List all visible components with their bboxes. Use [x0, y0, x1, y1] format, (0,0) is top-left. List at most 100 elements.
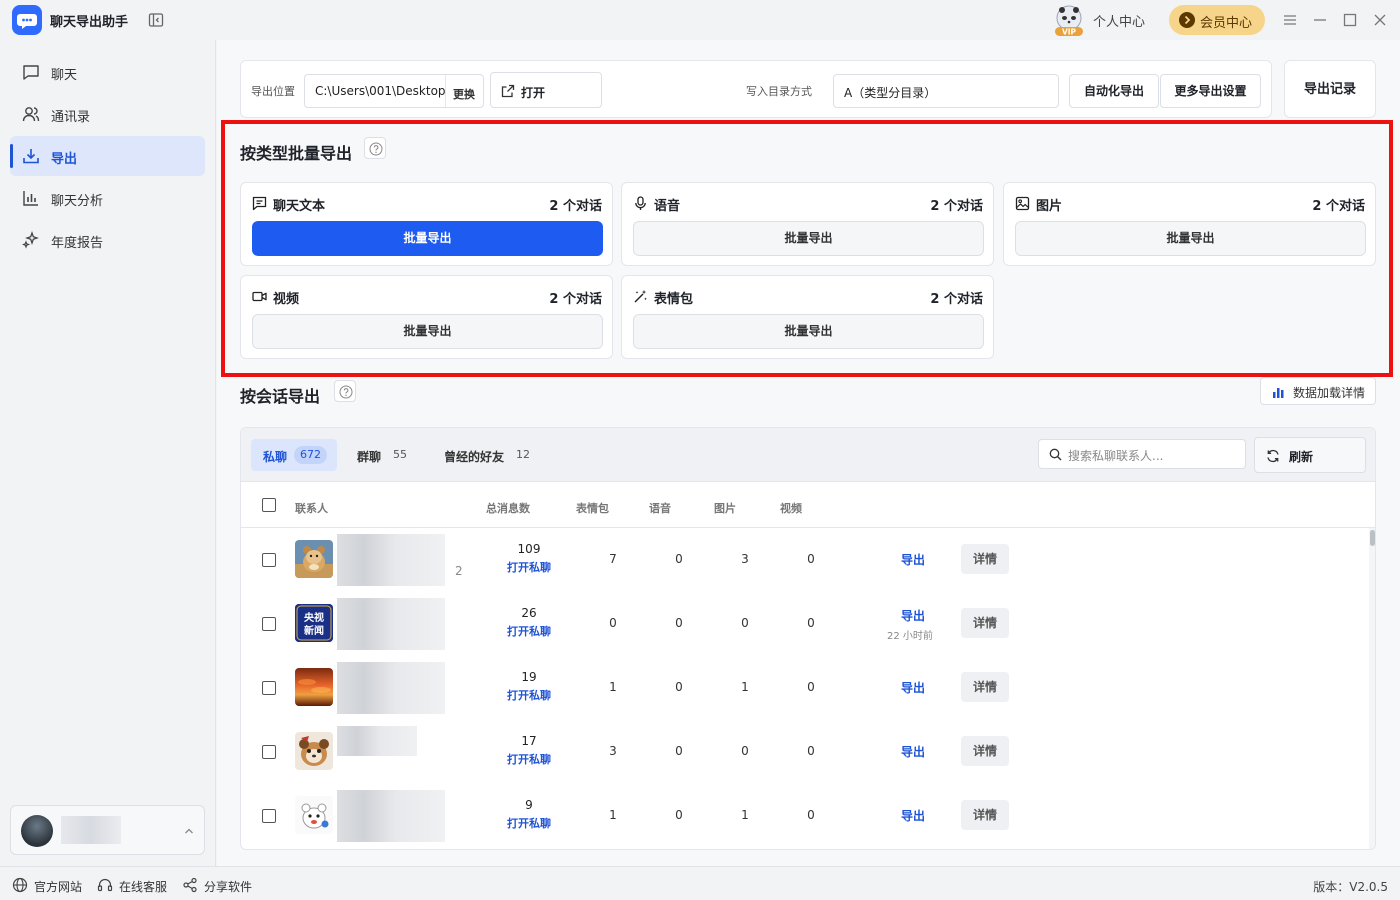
- online-support-link[interactable]: 在线客服: [97, 877, 171, 894]
- conversation-tabs: 私聊 672 群聊 55 曾经的好友 12 搜索私聊联系人... 刷新: [241, 428, 1375, 482]
- scrollbar-thumb[interactable]: [1370, 530, 1375, 546]
- sticker-count: 1: [609, 680, 617, 694]
- open-chat-link[interactable]: 打开私聊: [489, 623, 569, 639]
- export-link[interactable]: 导出: [901, 743, 925, 760]
- member-center-button[interactable]: 会员中心: [1169, 5, 1265, 35]
- table-row[interactable]: 9 打开私聊 1 0 1 0 导出 详情: [241, 784, 1369, 848]
- open-folder-button[interactable]: 打开: [490, 72, 602, 108]
- minimize-icon[interactable]: [1312, 12, 1328, 28]
- voice-count: 0: [675, 808, 683, 822]
- detail-button[interactable]: 详情: [961, 544, 1009, 574]
- official-website-link[interactable]: 官方网站: [12, 877, 86, 894]
- collapse-sidebar-icon[interactable]: [148, 12, 164, 28]
- table-scrollbar[interactable]: [1369, 528, 1375, 849]
- sidebar-item-label: 通讯录: [51, 110, 91, 125]
- main-content: 导出位置 C:\Users\001\Desktop 更换 打开 写入目录方式 A…: [217, 40, 1400, 866]
- detail-button[interactable]: 详情: [961, 672, 1009, 702]
- select-all-checkbox[interactable]: [262, 498, 276, 512]
- sidebar-item-label: 聊天分析: [51, 194, 104, 209]
- refresh-label: 刷新: [1289, 450, 1314, 464]
- detail-button[interactable]: 详情: [961, 736, 1009, 766]
- detail-button[interactable]: 详情: [961, 608, 1009, 638]
- detail-button[interactable]: 详情: [961, 800, 1009, 830]
- row-checkbox[interactable]: [262, 617, 276, 631]
- image-count: 1: [741, 808, 749, 822]
- help-icon[interactable]: [334, 380, 356, 402]
- table-row[interactable]: 19 打开私聊 1 0 1 0 导出 详情: [241, 656, 1369, 720]
- export-path-field[interactable]: C:\Users\001\Desktop 更换: [304, 74, 484, 108]
- row-checkbox[interactable]: [262, 745, 276, 759]
- open-chat-link[interactable]: 打开私聊: [489, 815, 569, 831]
- app-title: 聊天导出助手: [50, 15, 129, 30]
- export-link[interactable]: 导出: [901, 679, 925, 696]
- sidebar-item-label: 年度报告: [51, 236, 104, 251]
- tab-group-chat[interactable]: 群聊 55: [345, 439, 417, 471]
- contact-search-input[interactable]: 搜索私聊联系人...: [1038, 439, 1246, 469]
- search-icon: [1049, 448, 1062, 461]
- personal-center-link[interactable]: 个人中心: [1093, 11, 1145, 30]
- contact-avatar: [295, 796, 333, 834]
- share-software-link[interactable]: 分享软件: [182, 877, 256, 894]
- auto-export-button[interactable]: 自动化导出: [1069, 74, 1159, 108]
- image-count: 3: [741, 552, 749, 566]
- voice-count: 0: [675, 744, 683, 758]
- tab-count-badge: 55: [393, 448, 407, 461]
- export-record-button[interactable]: 导出记录: [1284, 60, 1376, 118]
- export-path-value: C:\Users\001\Desktop: [315, 84, 446, 98]
- column-contact: 联系人: [295, 502, 328, 515]
- sticker-count: 0: [609, 616, 617, 630]
- sticker-count: 3: [609, 744, 617, 758]
- sidebar-item-chat[interactable]: 聊天: [10, 52, 205, 92]
- open-chat-link[interactable]: 打开私聊: [489, 751, 569, 767]
- open-chat-link[interactable]: 打开私聊: [489, 559, 569, 575]
- tab-private-chat[interactable]: 私聊 672: [251, 439, 337, 471]
- total-messages: 19: [521, 670, 537, 684]
- vip-avatar[interactable]: VIP: [1052, 5, 1086, 37]
- user-profile-card[interactable]: [10, 805, 205, 855]
- tab-count-badge: 672: [294, 446, 327, 464]
- user-avatar: [21, 815, 53, 847]
- sidebar: 聊天 通讯录 导出 聊天分析 年度报告: [0, 40, 216, 866]
- change-path-button[interactable]: 更换: [453, 86, 475, 102]
- row-checkbox[interactable]: [262, 809, 276, 823]
- contact-avatar: [295, 540, 333, 578]
- maximize-icon[interactable]: [1342, 12, 1358, 28]
- refresh-icon: [1266, 449, 1280, 463]
- export-link[interactable]: 导出: [901, 551, 925, 568]
- menu-icon[interactable]: [1282, 12, 1298, 28]
- dir-mode-value: A（类型分目录）: [844, 86, 937, 100]
- share-software-label: 分享软件: [204, 880, 253, 894]
- video-count: 0: [807, 744, 815, 758]
- export-icon: [22, 147, 40, 165]
- export-link[interactable]: 导出: [901, 607, 925, 624]
- more-export-settings-button[interactable]: 更多导出设置: [1160, 74, 1261, 108]
- sidebar-item-analysis[interactable]: 聊天分析: [10, 178, 205, 218]
- open-chat-link[interactable]: 打开私聊: [489, 687, 569, 703]
- user-name-blurred: [61, 816, 121, 844]
- voice-count: 0: [675, 616, 683, 630]
- sidebar-item-contacts[interactable]: 通讯录: [10, 94, 205, 134]
- table-row[interactable]: 2 109 打开私聊 7 0 3 0 导出 详情: [241, 528, 1369, 592]
- active-indicator: [10, 144, 13, 168]
- sidebar-item-label: 导出: [51, 152, 78, 167]
- title-bar: 聊天导出助手 VIP 个人中心 会员中心: [0, 0, 1400, 40]
- sidebar-item-annual-report[interactable]: 年度报告: [10, 220, 205, 260]
- version-label: 版本：V2.0.5: [1313, 880, 1388, 894]
- last-export-time: 22 小时前: [887, 631, 933, 642]
- row-checkbox[interactable]: [262, 681, 276, 695]
- table-row[interactable]: 17 打开私聊 3 0 0 0 导出 详情: [241, 720, 1369, 784]
- total-messages: 9: [525, 798, 533, 812]
- column-video: 视频: [780, 502, 802, 515]
- tab-label: 群聊: [357, 450, 382, 464]
- row-checkbox[interactable]: [262, 553, 276, 567]
- table-row[interactable]: 央视 新闻 26 打开私聊 0 0 0 0 导出 22 小时前 详情: [241, 592, 1369, 656]
- dir-mode-select[interactable]: A（类型分目录）: [833, 74, 1059, 108]
- close-icon[interactable]: [1372, 12, 1388, 28]
- tab-label: 曾经的好友: [444, 450, 505, 464]
- sidebar-item-export[interactable]: 导出: [10, 136, 205, 176]
- data-load-detail-button[interactable]: 数据加载详情: [1260, 377, 1376, 405]
- tab-former-friends[interactable]: 曾经的好友 12: [432, 439, 542, 471]
- tab-count-badge: 12: [516, 448, 530, 461]
- export-link[interactable]: 导出: [901, 807, 925, 824]
- refresh-button[interactable]: 刷新: [1254, 437, 1366, 473]
